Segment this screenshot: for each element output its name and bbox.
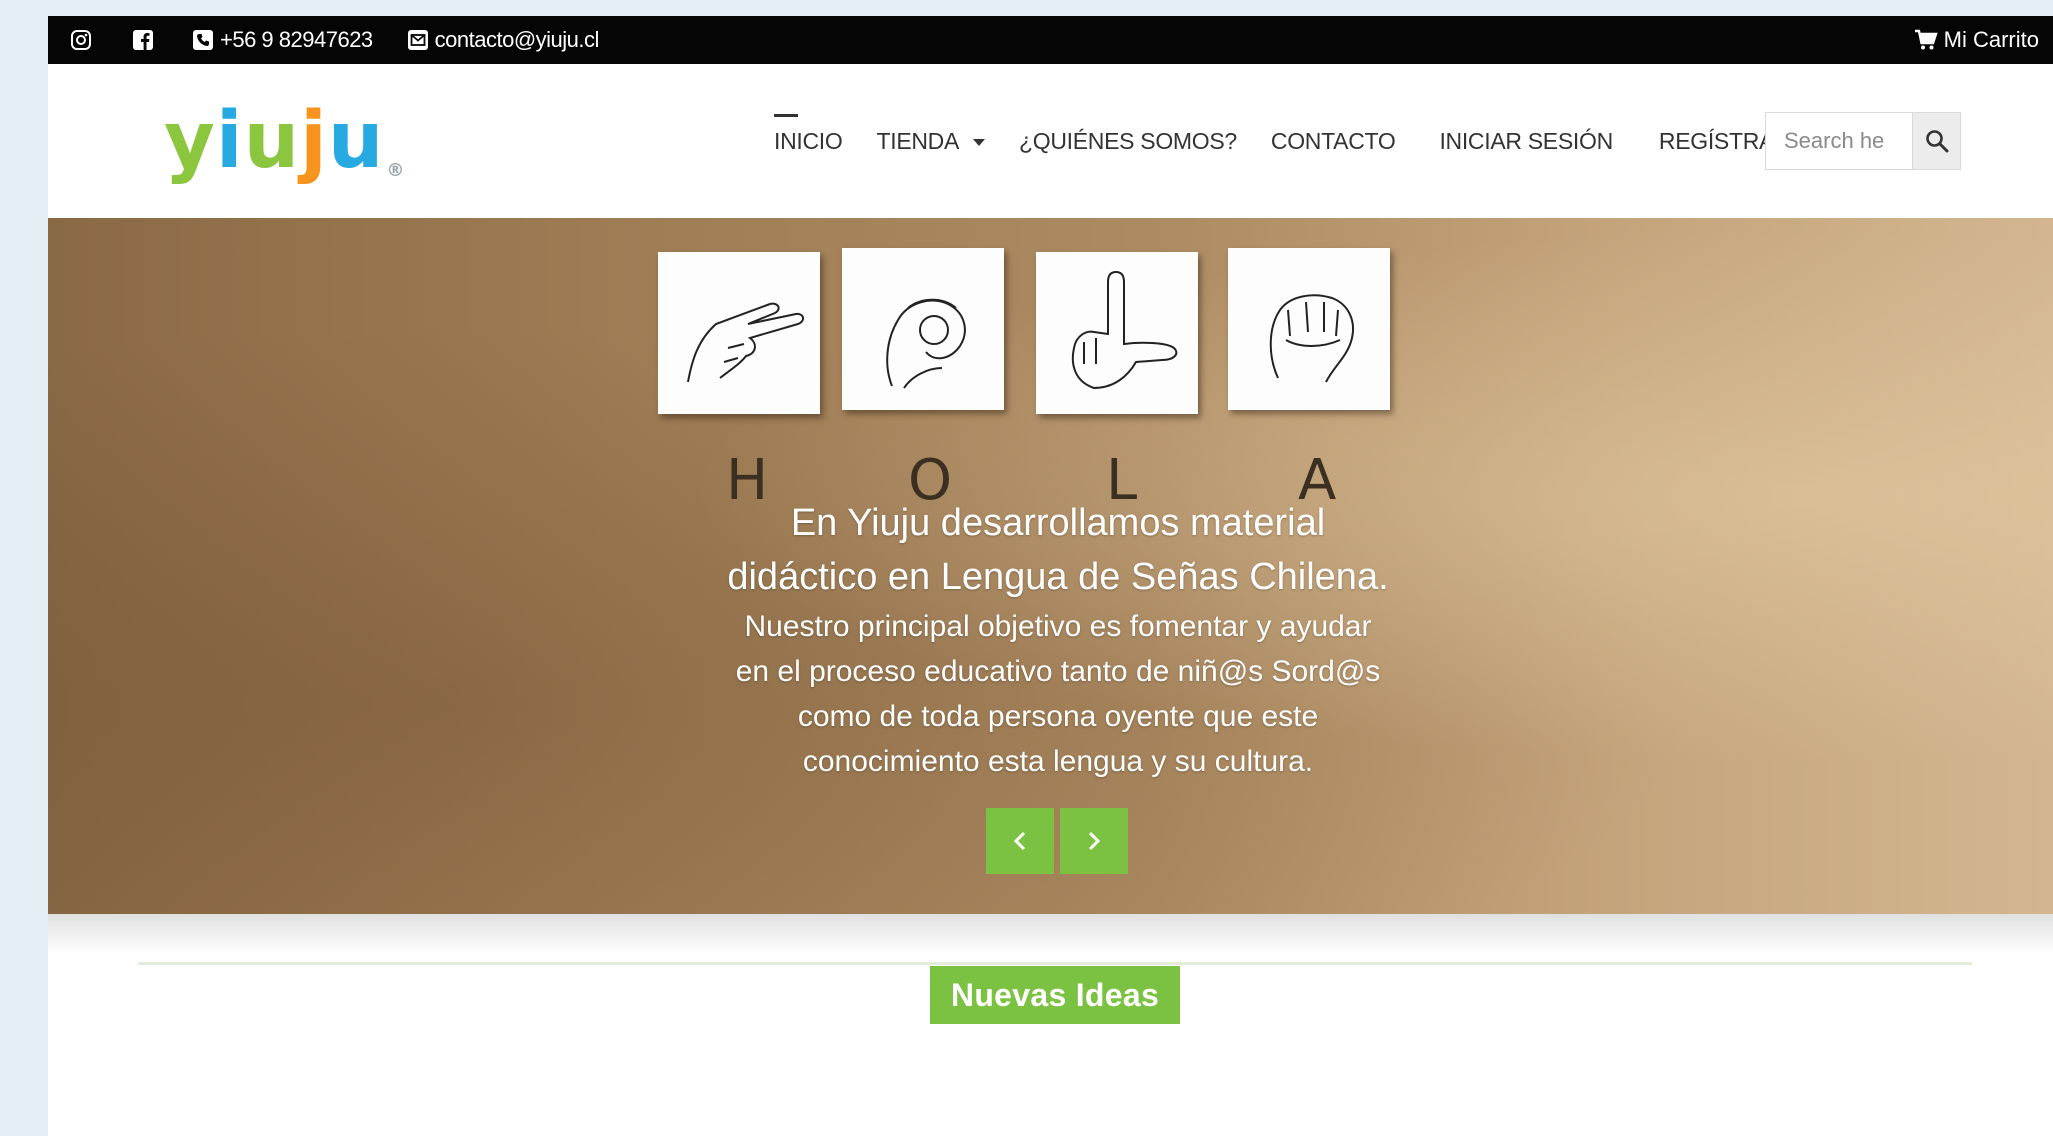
phone-number: +56 9 82947623 [220, 27, 373, 52]
search-input[interactable] [1766, 113, 1912, 169]
section-divider [138, 962, 1972, 965]
sign-tiles: H O L A [658, 248, 1418, 513]
site-header: yiuju ® INICIO TIENDA ¿QUIÉNES SOMOS? CON… [48, 64, 2053, 234]
hero-title-line-1: En Yiuju desarrollamos material [790, 502, 1326, 544]
hero-body-line-3: como de toda persona oyente que este [797, 700, 1319, 733]
instagram-icon[interactable] [70, 29, 92, 51]
nav-item-quienes-somos[interactable]: ¿QUIÉNES SOMOS? [1019, 128, 1237, 155]
chevron-right-icon [1088, 831, 1101, 851]
logo-letter-y: y [164, 96, 216, 186]
nav-item-contacto[interactable]: CONTACTO [1271, 128, 1396, 155]
search-button[interactable] [1912, 113, 1960, 169]
section-title: Nuevas Ideas [930, 966, 1180, 1024]
top-bar-left: +56 9 82947623 contacto@yiuju.cl [70, 16, 599, 64]
nav-item-iniciar-sesion[interactable]: INICIAR SESIÓN [1439, 128, 1613, 155]
main-nav: INICIO TIENDA ¿QUIÉNES SOMOS? CONTACTO I… [774, 114, 1801, 155]
hand-sign-h-icon [687, 302, 804, 383]
hero-body-line-2: en el proceso educativo tanto de niñ@s S… [735, 655, 1381, 688]
chevron-down-icon [973, 139, 986, 147]
sign-tile-a [1228, 248, 1390, 410]
email-icon [407, 29, 429, 51]
cart-link[interactable]: Mi Carrito [1914, 16, 2039, 64]
sign-tile-o [842, 248, 1004, 410]
hand-sign-l-icon [1071, 270, 1178, 390]
logo-letter-j: j [300, 96, 328, 186]
nav-item-inicio[interactable]: INICIO [774, 114, 843, 155]
facebook-icon[interactable] [132, 29, 154, 51]
hand-sign-o-icon [886, 298, 966, 389]
hero-title-line-2: didáctico en Lengua de Señas Chilena. [727, 556, 1389, 598]
cart-icon [1914, 29, 1938, 51]
top-bar: +56 9 82947623 contacto@yiuju.cl Mi Carr… [48, 16, 2053, 64]
email-contact[interactable]: contacto@yiuju.cl [407, 27, 599, 53]
hand-sign-a-icon [1269, 294, 1354, 383]
chevron-left-icon [1013, 831, 1026, 851]
site-logo[interactable]: yiuju ® [164, 102, 405, 180]
hero-text: En Yiuju desarrollamos material didáctic… [608, 496, 1508, 784]
hero-body-line-4: conocimiento esta lengua y su cultura. [802, 745, 1314, 778]
sign-tile-h [658, 252, 820, 414]
search-box [1765, 112, 1961, 170]
search-icon [1924, 128, 1950, 154]
hero-slider: H O L A En Yiuju desarrollamos material … [48, 218, 2053, 914]
logo-trademark: ® [386, 160, 406, 181]
cart-label: Mi Carrito [1943, 27, 2039, 52]
page: +56 9 82947623 contacto@yiuju.cl Mi Carr… [48, 16, 2053, 1136]
phone-contact[interactable]: +56 9 82947623 [192, 27, 373, 53]
email-address: contacto@yiuju.cl [434, 27, 600, 52]
hero-body-line-1: Nuestro principal objetivo es fomentar y… [744, 610, 1372, 643]
logo-letter-i: i [215, 96, 244, 186]
slider-controls [986, 808, 1128, 874]
nav-item-tienda[interactable]: TIENDA [876, 128, 986, 155]
logo-letter-u2: u [327, 96, 385, 186]
hero-shadow [48, 914, 2053, 954]
slider-next-button[interactable] [1060, 808, 1128, 874]
nav-item-tienda-label: TIENDA [876, 128, 960, 154]
logo-letter-u: u [243, 96, 301, 186]
sign-tile-l [1036, 252, 1198, 414]
phone-icon [192, 29, 214, 51]
slider-prev-button[interactable] [986, 808, 1054, 874]
